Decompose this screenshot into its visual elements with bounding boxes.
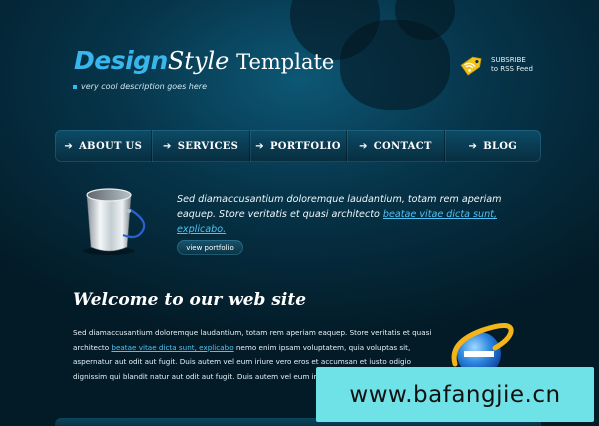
- logo-style-word: Style: [167, 47, 230, 75]
- site-logo[interactable]: DesignStyle Template: [74, 46, 334, 75]
- tagline-bullet: [73, 84, 77, 89]
- rss-tag-icon: [460, 56, 482, 76]
- nav-label: CONTACT: [373, 140, 432, 152]
- nav-item-blog[interactable]: ➔ BLOG: [445, 130, 541, 162]
- arrow-right-icon: ➔: [64, 140, 73, 152]
- intro-paragraph: Sed diamaccusantium doloremque laudantiu…: [177, 192, 537, 237]
- tagline-text: very cool description goes here: [81, 82, 208, 91]
- nav-label: SERVICES: [177, 140, 239, 152]
- nav-item-about-us[interactable]: ➔ ABOUT US: [55, 130, 153, 162]
- rss-text-line1: SUBSRIBE: [491, 56, 526, 64]
- arrow-right-icon: ➔: [359, 140, 368, 152]
- bucket-icon: [83, 188, 146, 255]
- watermark-overlay: www.bafangjie.cn: [316, 367, 594, 422]
- arrow-right-icon: ➔: [255, 140, 264, 152]
- nav-label: PORTFOLIO: [269, 140, 341, 152]
- logo-template-word: Template: [229, 50, 335, 74]
- nav-item-contact[interactable]: ➔ CONTACT: [347, 130, 445, 162]
- rss-subscribe[interactable]: SUBSRIBE to RSS Feed: [459, 52, 533, 78]
- main-navigation: ➔ ABOUT US ➔ SERVICES ➔ PORTFOLIO ➔ CONT…: [55, 130, 541, 162]
- view-portfolio-button[interactable]: view portfolio: [177, 240, 243, 255]
- welcome-link[interactable]: beatae vitae dicta sunt, explicabo: [111, 343, 233, 352]
- nav-item-services[interactable]: ➔ SERVICES: [152, 130, 250, 162]
- tagline: very cool description goes here: [73, 82, 207, 91]
- arrow-right-icon: ➔: [163, 140, 172, 152]
- nav-label: ABOUT US: [79, 140, 143, 152]
- rss-text-line2: to RSS Feed: [491, 65, 533, 73]
- logo-design-word: Design: [74, 46, 168, 75]
- nav-label: BLOG: [483, 140, 518, 152]
- arrow-right-icon: ➔: [468, 140, 478, 152]
- nav-item-portfolio[interactable]: ➔ PORTFOLIO: [250, 130, 348, 162]
- welcome-heading: Welcome to our web site: [73, 290, 307, 310]
- rss-text[interactable]: SUBSRIBE to RSS Feed: [491, 56, 533, 74]
